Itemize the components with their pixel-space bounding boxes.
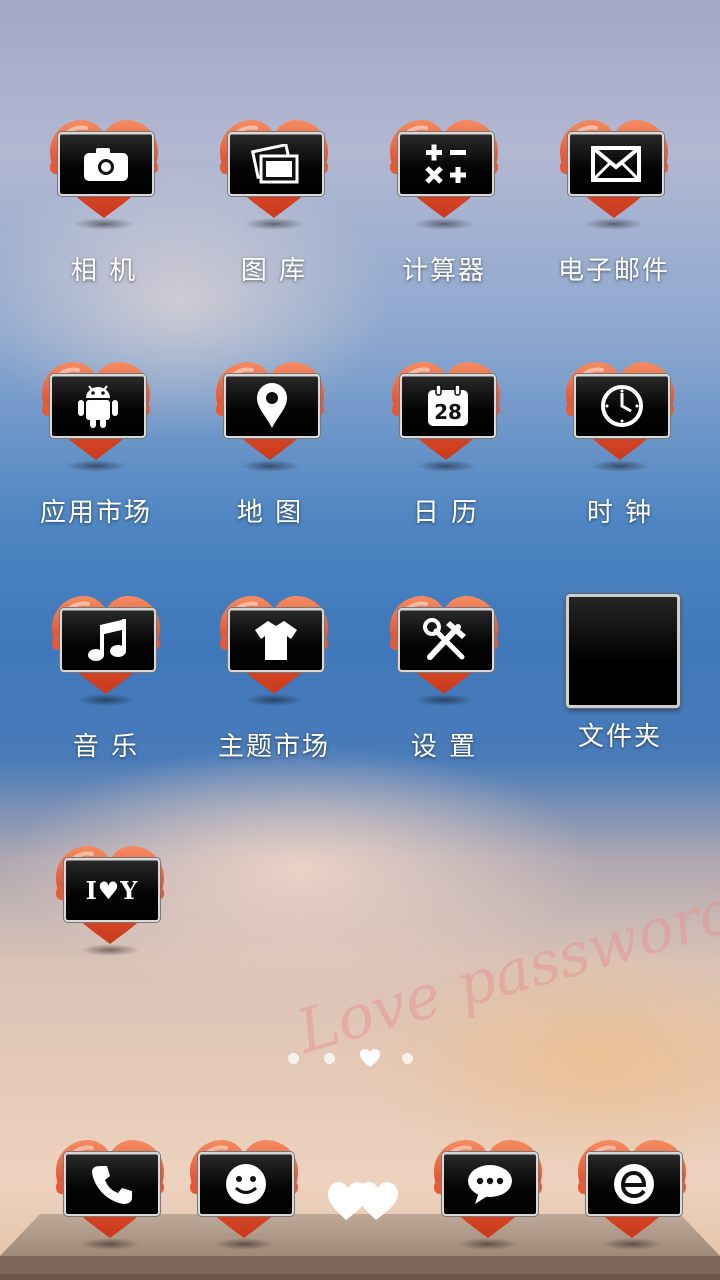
app-clock[interactable]: 时 钟	[540, 360, 700, 529]
page-dot-current-heart-icon[interactable]	[359, 1048, 381, 1068]
page-dot[interactable]	[288, 1053, 299, 1064]
calculator-icon	[425, 144, 466, 184]
tshirt-icon	[255, 621, 297, 660]
gallery-icon	[251, 144, 299, 184]
app-settings[interactable]: 设 置	[364, 594, 524, 763]
app-label: 时 钟	[586, 498, 654, 528]
calendar-icon: 28	[428, 384, 468, 426]
app-label: 主题市场	[217, 732, 330, 762]
chat-bubble-icon	[468, 1165, 512, 1204]
map-pin-icon	[257, 383, 287, 428]
double-heart-icon[interactable]	[326, 1178, 400, 1224]
android-icon	[78, 385, 118, 428]
app-label: 音 乐	[72, 732, 140, 762]
app-label: 应用市场	[39, 498, 152, 528]
app-music[interactable]: 音 乐	[26, 594, 186, 763]
dock-messages[interactable]	[426, 1138, 550, 1250]
app-label: 图 库	[240, 256, 308, 286]
email-icon	[591, 146, 641, 182]
dock-contacts[interactable]	[182, 1138, 306, 1250]
dock-browser[interactable]	[570, 1138, 694, 1250]
app-calculator[interactable]: 计算器	[364, 118, 524, 287]
i-love-you-icon: I♥Y	[85, 875, 139, 905]
app-theme-market[interactable]: 主题市场	[194, 594, 354, 763]
app-gallery[interactable]: 图 库	[194, 118, 354, 287]
app-label: 相 机	[70, 256, 138, 286]
app-label: 电子邮件	[557, 256, 670, 286]
app-label: 日 历	[412, 498, 480, 528]
calendar-day: 28	[434, 400, 462, 424]
smiley-icon	[226, 1164, 266, 1204]
app-calendar[interactable]: 28 日 历	[366, 360, 526, 529]
app-email[interactable]: 电子邮件	[534, 118, 694, 287]
tools-icon	[423, 618, 466, 660]
app-i-love-you[interactable]: I♥Y	[30, 844, 190, 956]
camera-icon	[84, 148, 128, 181]
page-dot[interactable]	[324, 1053, 335, 1064]
folder-label: 文件夹	[577, 722, 662, 752]
app-label: 设 置	[410, 732, 478, 762]
folder-icon[interactable]	[566, 594, 680, 708]
browser-e-icon	[614, 1164, 654, 1204]
love-password-watermark: Love password	[290, 874, 720, 1068]
app-camera[interactable]: 相 机	[24, 118, 184, 287]
clock-icon	[601, 385, 643, 427]
music-note-icon	[88, 619, 126, 661]
phone-icon	[92, 1166, 132, 1204]
dock-phone[interactable]	[48, 1138, 172, 1250]
app-label: 计算器	[401, 256, 486, 286]
page-dot[interactable]	[402, 1053, 413, 1064]
app-market[interactable]: 应用市场	[16, 360, 176, 529]
app-map[interactable]: 地 图	[190, 360, 350, 529]
app-label: 地 图	[236, 498, 304, 528]
page-indicator	[0, 1048, 720, 1070]
